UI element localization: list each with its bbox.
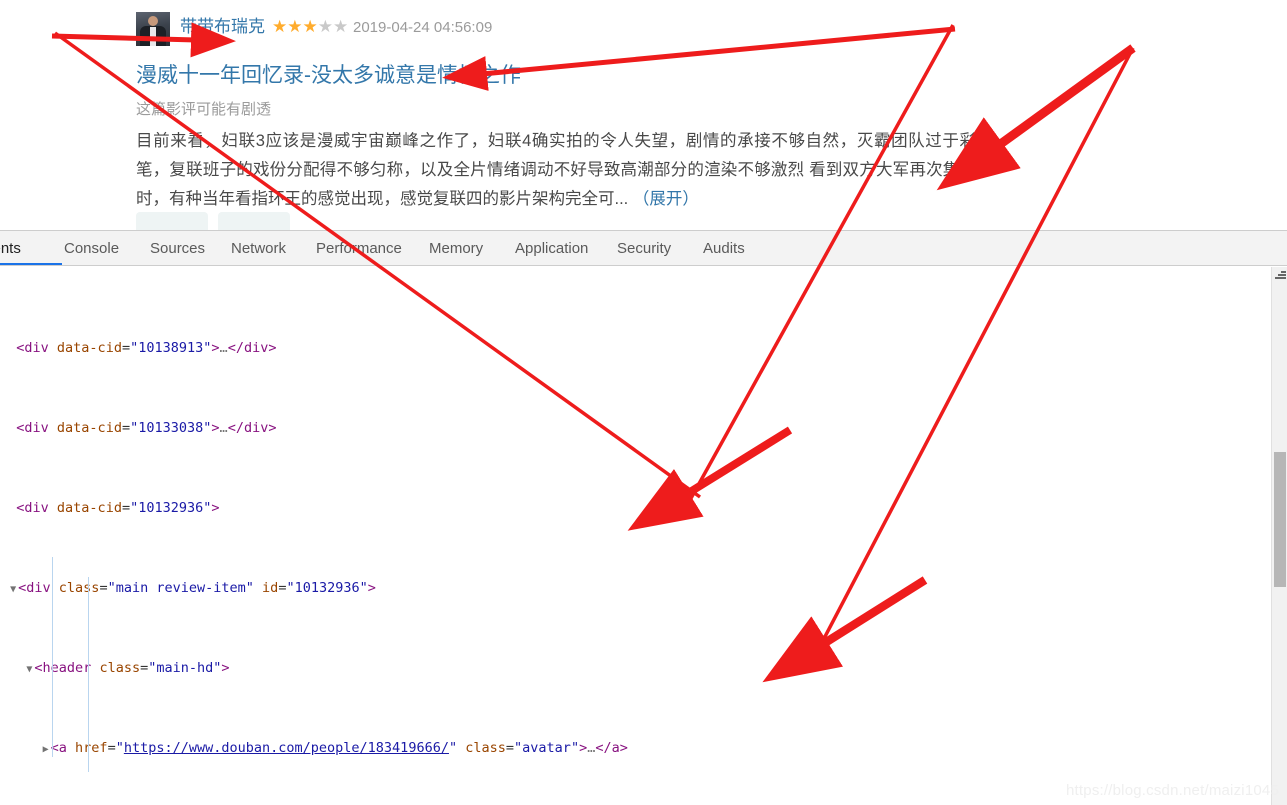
tab-performance[interactable]: Performance [316, 231, 402, 265]
dom-line[interactable]: ▼ <div class="main review-item" id="10132… [0, 578, 1287, 598]
tab-security[interactable]: Security [617, 231, 671, 265]
browser-page-viewport: 带带布瑞克 ★★★★★ 2019-04-24 04:56:09 漫威十一年回忆录… [0, 0, 1287, 230]
tab-memory[interactable]: Memory [429, 231, 483, 265]
dom-line[interactable]: <div data-cid="10132936"> [0, 498, 1287, 518]
dom-value-cid2: 10133038 [138, 420, 204, 436]
useless-button[interactable] [218, 212, 290, 230]
devtools-panel: ments Console Sources Network Performanc… [0, 230, 1287, 805]
tab-sources[interactable]: Sources [150, 231, 205, 265]
collapse-triangle-icon[interactable]: ▶ [41, 740, 51, 760]
dom-value-cid1: 10138913 [138, 340, 204, 356]
watermark: https://blog.csdn.net/maizi1045 [1066, 782, 1279, 799]
review-author-link[interactable]: 带带布瑞克 [180, 16, 265, 38]
review-header: 带带布瑞克 ★★★★★ 2019-04-24 04:56:09 [136, 12, 986, 46]
dom-value-class-avatar: avatar [522, 740, 571, 756]
avatar-head-shape [148, 16, 158, 26]
tab-console[interactable]: Console [64, 231, 119, 265]
dom-indent-guide [88, 577, 89, 772]
scrollbar-thumb[interactable] [1274, 452, 1286, 587]
dom-value-href-people[interactable]: https://www.douban.com/people/183419666/ [124, 740, 449, 756]
tab-audits[interactable]: Audits [703, 231, 745, 265]
review-short-text: 目前来看，妇联3应该是漫威宇宙巅峰之作了，妇联4确实拍的令人失望，剧情的承接不够… [136, 132, 976, 208]
review-item: 带带布瑞克 ★★★★★ 2019-04-24 04:56:09 漫威十一年回忆录… [136, 12, 986, 214]
star-filled-icon: ★ [287, 17, 303, 36]
dom-value-class-main: main review-item [115, 580, 246, 596]
resize-grip-icon[interactable] [1274, 268, 1286, 280]
tab-elements[interactable]: ments [0, 231, 21, 265]
dom-line[interactable]: ▼ <header class="main-hd"> [0, 658, 1287, 678]
dom-line[interactable]: ▶ <a href="https://www.douban.com/people/… [0, 738, 1287, 758]
dom-indent-guide [52, 557, 53, 757]
star-filled-icon: ★ [272, 17, 288, 36]
dom-tree-code: <div data-cid="10138913">…</div> <div da… [0, 267, 1287, 805]
tab-network[interactable]: Network [231, 231, 286, 265]
tab-application[interactable]: Application [515, 231, 588, 265]
review-title-link[interactable]: 漫威十一年回忆录-没太多诚意是情怀之作 [136, 62, 986, 90]
dom-value-class-mainhd: main-hd [156, 660, 214, 676]
dom-value-id-reviewitem: 10132936 [294, 580, 360, 596]
dom-value-cid3: 10132936 [138, 500, 204, 516]
dom-line[interactable]: <div data-cid="10138913">…</div> [0, 338, 1287, 358]
review-action-buttons [136, 212, 300, 230]
dom-tree-panel[interactable]: <div data-cid="10138913">…</div> <div da… [0, 267, 1287, 805]
review-short-content: 目前来看，妇联3应该是漫威宇宙巅峰之作了，妇联4确实拍的令人失望，剧情的承接不够… [136, 127, 976, 214]
dom-tree-scrollbar[interactable] [1271, 267, 1287, 805]
tab-active-indicator [0, 263, 62, 265]
spoiler-tip: 这篇影评可能有剧透 [136, 101, 272, 118]
star-empty-icon: ★ [333, 17, 349, 36]
avatar[interactable] [136, 12, 170, 46]
review-timestamp: 2019-04-24 04:56:09 [353, 19, 493, 36]
useful-button[interactable] [136, 212, 208, 230]
star-filled-icon: ★ [302, 17, 318, 36]
star-rating: ★★★★★ [272, 17, 348, 37]
dom-line[interactable]: <div data-cid="10133038">…</div> [0, 418, 1287, 438]
expand-triangle-icon[interactable]: ▼ [24, 660, 34, 680]
avatar-shirt-shape [150, 27, 156, 46]
unfold-link[interactable]: （展开） [633, 190, 699, 208]
star-empty-icon: ★ [317, 17, 333, 36]
devtools-tabbar: ments Console Sources Network Performanc… [0, 231, 1287, 266]
expand-triangle-icon[interactable]: ▼ [8, 580, 18, 600]
